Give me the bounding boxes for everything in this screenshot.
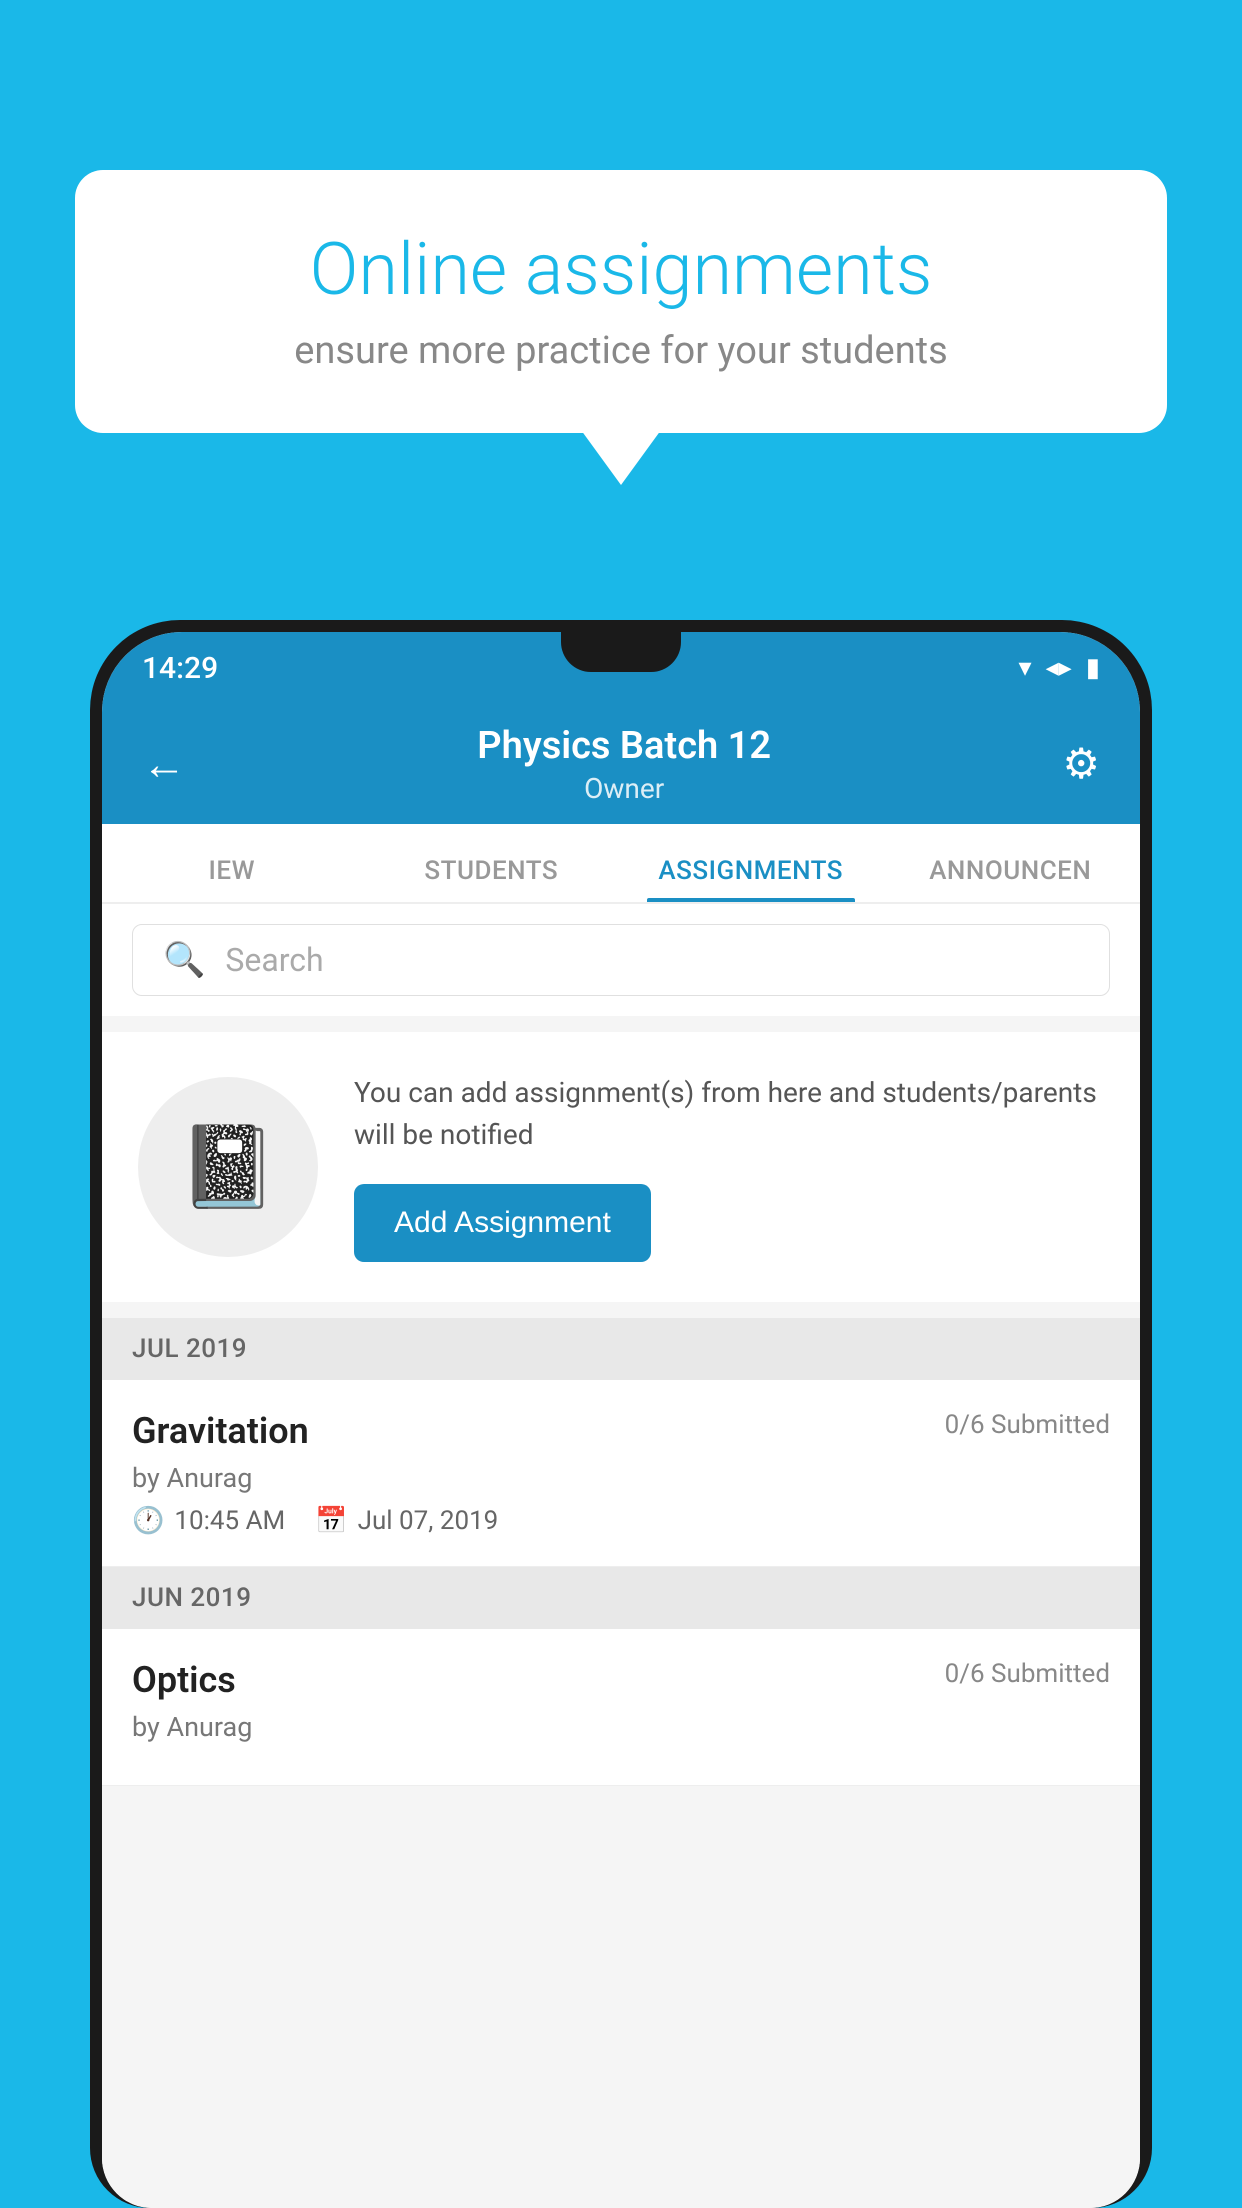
phone-inner: 14:29 ▾ ◂▸ ▮ ← Physics Batch 12 Owner ⚙ … — [102, 632, 1140, 2208]
tab-announcements[interactable]: ANNOUNCEN — [881, 856, 1141, 902]
assignment-time-value: 10:45 AM — [174, 1506, 285, 1536]
assignment-date-value: Jul 07, 2019 — [358, 1506, 499, 1536]
wifi-icon: ▾ — [1019, 653, 1032, 683]
speech-bubble: Online assignments ensure more practice … — [75, 170, 1167, 433]
assignment-name-optics: Optics — [132, 1659, 236, 1701]
assignment-header-row: Gravitation 0/6 Submitted — [132, 1410, 1110, 1452]
assignment-submitted-gravitation: 0/6 Submitted — [945, 1410, 1110, 1440]
assignment-by-gravitation: by Anurag — [132, 1462, 1110, 1494]
content-area: 🔍 Search 📓 You can add assignment(s) fro… — [102, 904, 1140, 2208]
tab-iew[interactable]: IEW — [102, 856, 362, 902]
search-container: 🔍 Search — [102, 904, 1140, 1016]
tab-assignments[interactable]: ASSIGNMENTS — [621, 856, 881, 902]
empty-state-text: You can add assignment(s) from here and … — [354, 1072, 1104, 1262]
assignment-date-gravitation: 📅 Jul 07, 2019 — [315, 1506, 498, 1536]
assignment-meta-gravitation: 🕐 10:45 AM 📅 Jul 07, 2019 — [132, 1506, 1110, 1536]
speech-bubble-subtitle: ensure more practice for your students — [145, 329, 1097, 373]
search-bar[interactable]: 🔍 Search — [132, 924, 1110, 996]
speech-bubble-title: Online assignments — [145, 230, 1097, 309]
notebook-icon: 📓 — [178, 1120, 278, 1214]
tab-students[interactable]: STUDENTS — [362, 856, 622, 902]
assignment-submitted-optics: 0/6 Submitted — [945, 1659, 1110, 1689]
status-icons: ▾ ◂▸ ▮ — [1019, 653, 1100, 683]
section-header-jun: JUN 2019 — [102, 1567, 1140, 1629]
phone-frame: 14:29 ▾ ◂▸ ▮ ← Physics Batch 12 Owner ⚙ … — [90, 620, 1152, 2208]
header-title: Physics Batch 12 — [477, 724, 771, 768]
search-icon: 🔍 — [163, 940, 205, 980]
assignment-item-gravitation[interactable]: Gravitation 0/6 Submitted by Anurag 🕐 10… — [102, 1380, 1140, 1567]
assignment-item-optics[interactable]: Optics 0/6 Submitted by Anurag — [102, 1629, 1140, 1786]
app-header: ← Physics Batch 12 Owner ⚙ — [102, 704, 1140, 824]
calendar-icon: 📅 — [315, 1506, 347, 1536]
assignment-by-optics: by Anurag — [132, 1711, 1110, 1743]
back-button[interactable]: ← — [142, 738, 186, 790]
empty-state-card: 📓 You can add assignment(s) from here an… — [102, 1032, 1140, 1302]
header-subtitle: Owner — [477, 772, 771, 805]
assignment-header-row-optics: Optics 0/6 Submitted — [132, 1659, 1110, 1701]
status-time: 14:29 — [142, 651, 218, 686]
empty-state-description: You can add assignment(s) from here and … — [354, 1072, 1104, 1156]
assignment-name-gravitation: Gravitation — [132, 1410, 309, 1452]
settings-icon[interactable]: ⚙ — [1062, 739, 1100, 789]
battery-icon: ▮ — [1086, 653, 1100, 683]
empty-state-icon-circle: 📓 — [138, 1077, 318, 1257]
speech-bubble-container: Online assignments ensure more practice … — [75, 170, 1167, 433]
assignment-time-gravitation: 🕐 10:45 AM — [132, 1506, 285, 1536]
section-header-jul: JUL 2019 — [102, 1318, 1140, 1380]
signal-icon: ◂▸ — [1046, 653, 1072, 683]
header-title-group: Physics Batch 12 Owner — [477, 724, 771, 805]
tabs-bar: IEW STUDENTS ASSIGNMENTS ANNOUNCEN — [102, 824, 1140, 904]
phone-notch — [561, 632, 681, 672]
search-placeholder: Search — [225, 941, 323, 979]
clock-icon: 🕐 — [132, 1506, 164, 1536]
add-assignment-button[interactable]: Add Assignment — [354, 1184, 651, 1262]
